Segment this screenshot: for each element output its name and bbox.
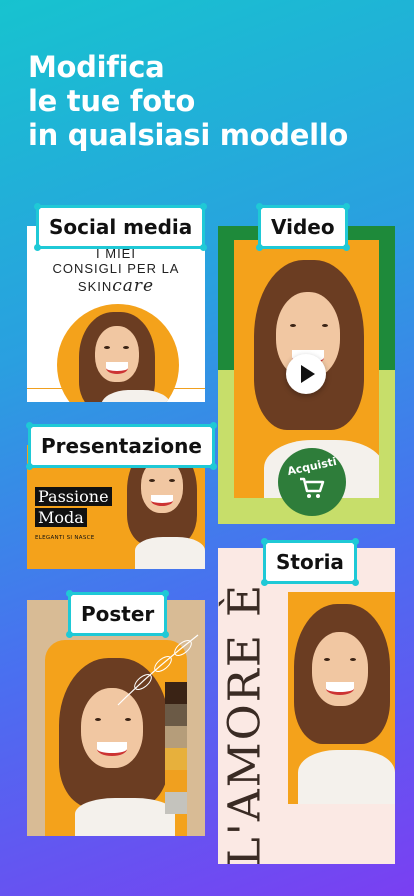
tag-poster-label: Poster (81, 602, 155, 626)
social-media-line-2: CONSIGLI PER LA (52, 261, 180, 276)
template-story[interactable]: L'AMORE È (218, 548, 395, 864)
presentation-title-line-1: Passione (35, 487, 112, 506)
tag-social-media: Social media (34, 203, 208, 251)
social-media-photo (57, 304, 179, 402)
headline-line-3: in qualsiasi modello (28, 118, 349, 152)
cart-icon (300, 477, 325, 498)
shop-badge-label: Acquisti (286, 454, 338, 479)
tag-video: Video (256, 203, 350, 251)
presentation-title: Passione Moda ELEGANTI SI NASCE (35, 487, 112, 541)
social-media-skin: SKIN (77, 279, 113, 294)
tag-presentation: Presentazione (26, 422, 217, 470)
headline-line-2: le tue foto (28, 84, 196, 118)
tag-presentation-label: Presentazione (41, 434, 202, 458)
color-swatches (165, 682, 187, 814)
swatch-4 (165, 748, 187, 770)
swatch-6 (165, 792, 187, 814)
social-media-care: care (112, 276, 155, 296)
leaf-decoration (117, 634, 199, 706)
shop-badge[interactable]: Acquisti (278, 448, 346, 516)
tag-social-media-label: Social media (49, 215, 193, 239)
presentation-title-line-2: Moda (35, 508, 87, 527)
swatch-2 (165, 704, 187, 726)
headline-line-1: Modifica (28, 50, 165, 84)
social-media-text: I MIEI CONSIGLI PER LA SKINcare (27, 246, 205, 296)
template-video[interactable]: Acquisti (218, 226, 395, 524)
tag-story: Storia (261, 538, 359, 586)
template-social-media[interactable]: I MIEI CONSIGLI PER LA SKINcare (27, 226, 205, 402)
swatch-5 (165, 770, 187, 792)
tag-story-label: Storia (276, 550, 344, 574)
play-icon[interactable] (286, 354, 326, 394)
tag-poster: Poster (66, 590, 170, 638)
presentation-subtitle: ELEGANTI SI NASCE (35, 535, 95, 541)
story-photo (288, 592, 395, 804)
tag-video-label: Video (271, 215, 335, 239)
swatch-1 (165, 682, 187, 704)
swatch-3 (165, 726, 187, 748)
headline: Modifica le tue foto in qualsiasi modell… (28, 50, 348, 152)
story-vertical-text: L'AMORE È (219, 582, 271, 864)
